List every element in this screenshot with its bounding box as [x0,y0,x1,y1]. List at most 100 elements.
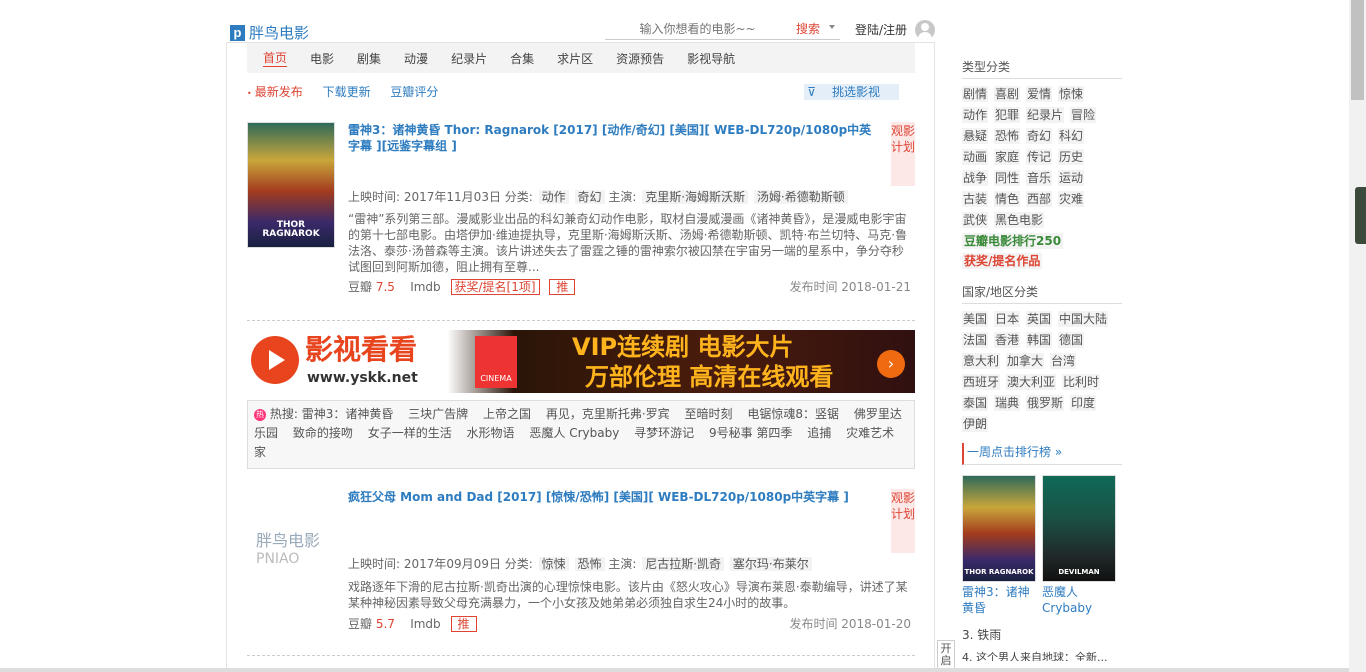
nav-preview[interactable]: 资源预告 [616,50,664,67]
hot-keyword[interactable]: 追捕 [807,426,831,440]
type-tag[interactable]: 喜剧 [994,86,1021,102]
type-tag[interactable]: 同性 [994,170,1021,186]
avatar[interactable] [915,20,935,40]
chevron-down-icon[interactable] [829,25,835,29]
rank-list-item[interactable]: 4. 这个男人来自地球：全新... [962,649,1122,661]
rank-item[interactable]: DEVILMAN 恶魔人 Crybaby [1042,475,1116,616]
region-tag[interactable]: 德国 [1058,332,1085,348]
type-tag[interactable]: 古装 [962,191,989,207]
rank-list-item[interactable]: 3. 铁雨 [962,626,1122,643]
filter-button[interactable]: ⊽ 挑选影视 [804,84,899,100]
movie-title-link[interactable]: 雷神3：诸神黄昏 Thor: Ragnarok [2017] [动作/奇幻] [… [348,122,878,154]
search-button[interactable]: 搜索 [796,20,820,37]
region-tag[interactable]: 伊朗 [962,416,989,432]
nav-series[interactable]: 剧集 [357,50,381,67]
search-input[interactable] [605,18,790,39]
type-tag[interactable]: 家庭 [994,149,1021,165]
scrollbar-thumb[interactable] [1351,0,1364,100]
hot-keyword[interactable]: 三块广告牌 [408,407,468,421]
type-tag[interactable]: 战争 [962,170,989,186]
type-tag[interactable]: 纪录片 [1026,107,1065,123]
movie-poster-placeholder[interactable]: 胖鸟电影 PNIAO [247,527,335,587]
rank-item[interactable]: THOR RAGNAROK 雷神3：诸神黄昏 [962,475,1036,616]
hot-keyword[interactable]: 至暗时刻 [685,407,733,421]
watch-plan-button[interactable]: 观影计划 [891,122,915,186]
region-tag[interactable]: 西班牙 [962,374,1001,390]
type-tag[interactable]: 音乐 [1026,170,1053,186]
rank-caption[interactable]: 雷神3：诸神黄昏 [962,584,1036,616]
cast-tag[interactable]: 尼古拉斯·凯奇 [642,557,725,571]
region-tag[interactable]: 俄罗斯 [1026,395,1065,411]
hot-keyword[interactable]: 9号秘事 第四季 [709,426,792,440]
subnav-latest[interactable]: 最新发布 [247,85,303,99]
subnav-updates[interactable]: 下载更新 [323,85,371,99]
hot-keyword[interactable]: 上帝之国 [483,407,531,421]
type-tag[interactable]: 悬疑 [962,128,989,144]
region-tag[interactable]: 台湾 [1050,353,1077,369]
scrollbar[interactable] [1349,0,1366,672]
region-tag[interactable]: 加拿大 [1006,353,1045,369]
login-register-link[interactable]: 登陆/注册 [855,21,907,38]
type-tag[interactable]: 历史 [1058,149,1085,165]
type-tag[interactable]: 情色 [994,191,1021,207]
hot-keyword[interactable]: 恶魔人 Crybaby [529,426,619,440]
region-tag[interactable]: 比利时 [1062,374,1101,390]
nav-home[interactable]: 首页 [263,50,288,67]
watch-plan-button[interactable]: 观影计划 [891,489,915,553]
region-tag[interactable]: 香港 [994,332,1021,348]
hot-keyword[interactable]: 电锯惊魂8：竖锯 [747,407,839,421]
weekly-rank-title[interactable]: 一周点击排行榜 » [962,443,1122,465]
nav-anime[interactable]: 动漫 [404,50,428,67]
hot-keyword[interactable]: 水形物语 [467,426,515,440]
genre-tag[interactable]: 奇幻 [574,190,605,204]
type-tag[interactable]: 剧情 [962,86,989,102]
side-widget[interactable] [1355,187,1366,244]
genre-tag[interactable]: 动作 [538,190,569,204]
region-tag[interactable]: 美国 [962,311,989,327]
nav-collection[interactable]: 合集 [510,50,534,67]
rank-poster-image[interactable]: THOR RAGNAROK [962,475,1036,582]
region-tag[interactable]: 韩国 [1026,332,1053,348]
ad-banner[interactable]: 影视看看 www.yskk.net CINEMA VIP连续剧 电影大片 万部伦… [247,330,915,393]
type-tag[interactable]: 武侠 [962,212,989,228]
hot-keyword[interactable]: 再见，克里斯托弗·罗宾 [546,407,670,421]
region-tag[interactable]: 印度 [1070,395,1097,411]
nav-request[interactable]: 求片区 [557,50,593,67]
nav-documentary[interactable]: 纪录片 [451,50,487,67]
type-tag[interactable]: 灾难 [1058,191,1085,207]
region-tag[interactable]: 泰国 [962,395,989,411]
award-badge[interactable]: 获奖/提名[1项] [450,279,540,295]
rank-poster-image[interactable]: DEVILMAN [1042,475,1116,582]
genre-tag[interactable]: 惊悚 [538,557,569,571]
type-tag[interactable]: 恐怖 [994,128,1021,144]
type-tag[interactable]: 犯罪 [994,107,1021,123]
cast-tag[interactable]: 塞尔玛·布莱尔 [729,557,812,571]
hot-keyword[interactable]: 致命的接吻 [293,426,353,440]
type-tag[interactable]: 奇幻 [1026,128,1053,144]
region-tag[interactable]: 英国 [1026,311,1053,327]
recommend-button[interactable]: 推 [450,616,477,632]
type-tag[interactable]: 运动 [1058,170,1085,186]
recommend-button[interactable]: 推 [549,279,576,295]
hot-keyword[interactable]: 女子一样的生活 [368,426,452,440]
nav-guide[interactable]: 影视导航 [687,50,735,67]
cast-tag[interactable]: 汤姆·希德勒斯顿 [753,190,848,204]
hot-keyword[interactable]: 寻梦环游记 [634,426,694,440]
movie-poster[interactable]: THOR RAGNAROK [247,122,335,248]
type-tag[interactable]: 惊悚 [1058,86,1085,102]
type-tag[interactable]: 传记 [1026,149,1053,165]
region-tag[interactable]: 瑞典 [994,395,1021,411]
type-tag[interactable]: 冒险 [1070,107,1097,123]
hot-keyword[interactable]: 雷神3：诸神黄昏 [302,407,394,421]
arrow-right-icon[interactable]: › [877,350,905,378]
site-logo[interactable]: p 胖鸟电影 [230,22,309,43]
region-tag[interactable]: 法国 [962,332,989,348]
type-tag[interactable]: 科幻 [1058,128,1085,144]
type-tag[interactable]: 黑色电影 [994,212,1045,228]
region-tag[interactable]: 澳大利亚 [1006,374,1057,390]
region-tag[interactable]: 日本 [994,311,1021,327]
nav-movies[interactable]: 电影 [310,50,334,67]
rank-caption[interactable]: 恶魔人 Crybaby [1042,584,1116,616]
type-tag[interactable]: 动画 [962,149,989,165]
movie-title-link[interactable]: 疯狂父母 Mom and Dad [2017] [惊悚/恐怖] [美国][ WE… [348,489,878,505]
